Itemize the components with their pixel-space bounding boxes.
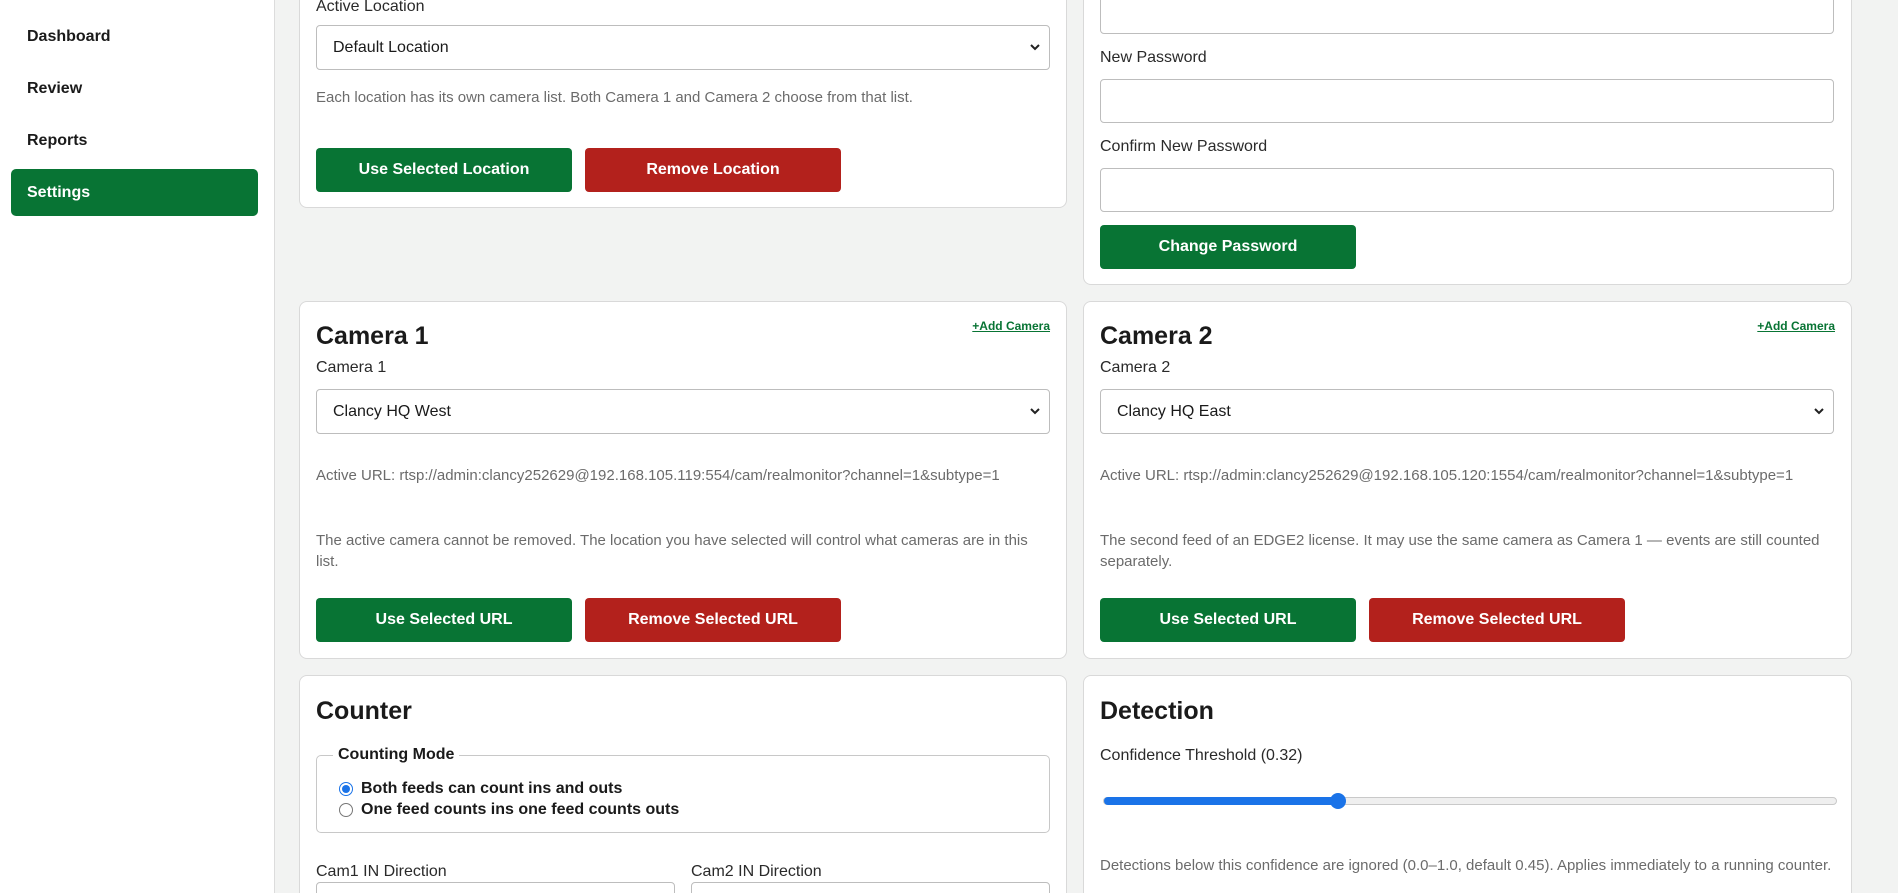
camera1-select-label: Camera 1 <box>316 359 387 376</box>
location-card: Active Location Default Location Each lo… <box>299 0 1067 208</box>
cam2-in-direction-select[interactable] <box>691 882 1050 893</box>
camera1-note: The active camera cannot be removed. The… <box>316 532 1028 570</box>
camera2-select[interactable]: Clancy HQ East <box>1100 389 1834 434</box>
camera2-active-url: Active URL: rtsp://admin:clancy252629@19… <box>1100 467 1794 484</box>
camera1-title: Camera 1 <box>316 322 429 350</box>
counting-mode-fieldset: Counting Mode Both feeds can count ins a… <box>316 746 1050 833</box>
cam1-in-direction-select[interactable] <box>316 882 675 893</box>
active-location-label: Active Location <box>316 0 425 13</box>
chevron-down-icon <box>1030 44 1040 51</box>
camera1-card: Camera 1 +Add Camera Camera 1 Clancy HQ … <box>299 301 1067 659</box>
location-select-value: Default Location <box>333 39 449 56</box>
cam2-in-direction-label: Cam2 IN Direction <box>691 863 822 880</box>
sidebar-item-dashboard[interactable]: Dashboard <box>11 13 258 60</box>
remove-location-button[interactable]: Remove Location <box>585 148 841 192</box>
camera2-select-value: Clancy HQ East <box>1117 403 1231 420</box>
chevron-down-icon <box>1814 408 1824 415</box>
camera1-use-selected-url-button[interactable]: Use Selected URL <box>316 598 572 642</box>
sidebar: Dashboard Review Reports Settings <box>0 0 275 893</box>
chevron-down-icon <box>1030 408 1040 415</box>
counter-title: Counter <box>316 697 412 725</box>
camera2-remove-selected-url-button[interactable]: Remove Selected URL <box>1369 598 1625 642</box>
counting-mode-legend: Counting Mode <box>333 746 460 764</box>
camera2-title: Camera 2 <box>1100 322 1213 350</box>
confidence-threshold-label: Confidence Threshold (0.32) <box>1100 747 1303 764</box>
confirm-password-label: Confirm New Password <box>1100 138 1268 155</box>
detection-title: Detection <box>1100 697 1214 725</box>
split-feeds-radio-label[interactable]: One feed counts ins one feed counts outs <box>361 801 679 819</box>
new-password-label: New Password <box>1100 49 1207 66</box>
split-feeds-radio[interactable] <box>339 803 353 817</box>
detection-help-text: Detections below this confidence are ign… <box>1100 857 1832 874</box>
camera1-select[interactable]: Clancy HQ West <box>316 389 1050 434</box>
counter-card: Counter Counting Mode Both feeds can cou… <box>299 675 1067 893</box>
camera2-add-camera-link[interactable]: +Add Camera <box>1757 319 1835 333</box>
camera1-add-camera-link[interactable]: +Add Camera <box>972 319 1050 333</box>
change-password-button[interactable]: Change Password <box>1100 225 1356 269</box>
confidence-threshold-slider[interactable] <box>1103 793 1837 809</box>
camera1-select-value: Clancy HQ West <box>333 403 451 420</box>
camera2-card: Camera 2 +Add Camera Camera 2 Clancy HQ … <box>1083 301 1852 659</box>
password-card: New Password Confirm New Password Change… <box>1083 0 1852 285</box>
location-help-text: Each location has its own camera list. B… <box>316 89 913 106</box>
camera1-remove-selected-url-button[interactable]: Remove Selected URL <box>585 598 841 642</box>
current-password-field[interactable] <box>1100 0 1834 34</box>
slider-thumb[interactable] <box>1330 793 1346 809</box>
camera2-note: The second feed of an EDGE2 license. It … <box>1100 532 1820 570</box>
detection-card: Detection Confidence Threshold (0.32) De… <box>1083 675 1852 893</box>
new-password-field[interactable] <box>1100 79 1834 123</box>
camera2-use-selected-url-button[interactable]: Use Selected URL <box>1100 598 1356 642</box>
slider-fill <box>1104 797 1338 805</box>
both-feeds-radio[interactable] <box>339 782 353 796</box>
cam1-in-direction-label: Cam1 IN Direction <box>316 863 447 880</box>
camera2-select-label: Camera 2 <box>1100 359 1171 376</box>
use-selected-location-button[interactable]: Use Selected Location <box>316 148 572 192</box>
confirm-password-field[interactable] <box>1100 168 1834 212</box>
sidebar-item-review[interactable]: Review <box>11 65 258 112</box>
both-feeds-radio-label[interactable]: Both feeds can count ins and outs <box>361 780 622 798</box>
camera1-active-url: Active URL: rtsp://admin:clancy252629@19… <box>316 467 1000 484</box>
sidebar-item-reports[interactable]: Reports <box>11 117 258 164</box>
sidebar-item-settings[interactable]: Settings <box>11 169 258 216</box>
location-select[interactable]: Default Location <box>316 25 1050 70</box>
